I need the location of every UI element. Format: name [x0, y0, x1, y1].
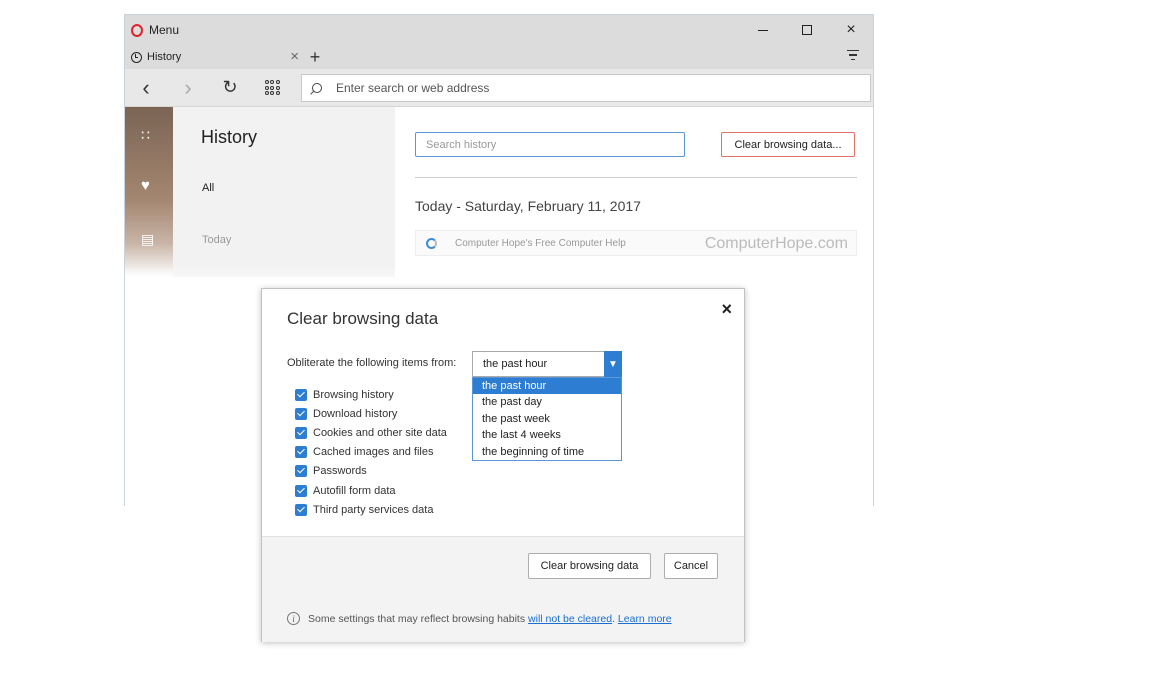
- checkbox-passwords[interactable]: Passwords: [295, 462, 447, 481]
- history-panel: History All Today: [173, 107, 395, 277]
- dialog-title: Clear browsing data: [287, 309, 439, 328]
- time-range-dropdown: the past hour the past day the past week…: [472, 377, 622, 461]
- checkbox-list: Browsing history Download history Cookie…: [295, 385, 447, 519]
- date-heading: Today - Saturday, February 11, 2017: [415, 198, 641, 214]
- checkbox[interactable]: [295, 388, 307, 401]
- info-text: Some settings that may reflect browsing …: [308, 612, 526, 625]
- favicon-icon: [426, 237, 437, 249]
- checkbox-label: Cached images and files: [313, 446, 434, 459]
- dialog-footer: Clear browsing data Cancel i Some settin…: [262, 536, 744, 642]
- checkbox-cookies[interactable]: Cookies and other site data: [295, 423, 447, 442]
- range-option[interactable]: the past hour: [473, 378, 621, 395]
- clear-data-button[interactable]: Clear browsing data: [528, 553, 651, 579]
- speed-dial-icon[interactable]: ∷: [141, 127, 150, 144]
- entry-title: Computer Hope's Free Computer Help: [455, 237, 626, 249]
- checkbox-label: Download history: [313, 407, 398, 420]
- cancel-button[interactable]: Cancel: [664, 553, 718, 579]
- search-history-input[interactable]: Search history: [415, 132, 685, 157]
- opera-logo-icon[interactable]: [131, 23, 143, 37]
- search-icon: [312, 83, 322, 93]
- tab-menu-icon[interactable]: [847, 50, 859, 63]
- time-range-select[interactable]: the past hour ▼: [472, 351, 622, 377]
- range-option[interactable]: the beginning of time: [473, 444, 621, 460]
- checkbox-third-party[interactable]: Third party services data: [295, 500, 447, 519]
- checkbox-download-history[interactable]: Download history: [295, 404, 447, 423]
- filter-today[interactable]: Today: [202, 234, 231, 246]
- info-note: i Some settings that may reflect browsin…: [287, 612, 672, 625]
- tab-bar: History × +: [125, 45, 873, 69]
- address-placeholder: Enter search or web address: [336, 81, 490, 95]
- range-option[interactable]: the past week: [473, 411, 621, 427]
- forward-icon: ›: [184, 74, 192, 100]
- heart-icon[interactable]: ♥: [141, 177, 150, 194]
- history-entry[interactable]: Computer Hope's Free Computer Help Compu…: [415, 230, 857, 256]
- checkbox-label: Passwords: [313, 465, 367, 478]
- reload-icon: ↻: [222, 77, 238, 97]
- speed-dial-button[interactable]: [251, 69, 293, 107]
- info-period: .: [612, 612, 615, 625]
- window-controls: ×: [741, 15, 873, 45]
- history-content: Search history Clear browsing data... To…: [395, 107, 873, 277]
- close-icon[interactable]: ×: [721, 299, 732, 320]
- checkbox[interactable]: [295, 446, 307, 459]
- filter-all[interactable]: All: [202, 182, 214, 194]
- checkbox-browsing-history[interactable]: Browsing history: [295, 385, 447, 404]
- menu-button[interactable]: Menu: [149, 23, 179, 37]
- clear-browsing-data-button[interactable]: Clear browsing data...: [721, 132, 855, 157]
- address-bar[interactable]: Enter search or web address: [301, 74, 871, 102]
- checkbox[interactable]: [295, 465, 307, 478]
- checkbox[interactable]: [295, 503, 307, 516]
- tab-close-icon[interactable]: ×: [290, 48, 299, 65]
- not-cleared-link[interactable]: will not be cleared: [528, 613, 612, 625]
- minimize-icon: [758, 29, 768, 31]
- checkbox[interactable]: [295, 407, 307, 420]
- title-bar: Menu ×: [125, 15, 873, 45]
- info-icon: i: [287, 612, 300, 625]
- maximize-button[interactable]: [785, 15, 829, 45]
- history-title: History: [201, 127, 258, 147]
- learn-more-link[interactable]: Learn more: [618, 613, 672, 625]
- divider: [415, 177, 857, 178]
- checkbox-autofill[interactable]: Autofill form data: [295, 481, 447, 500]
- back-button[interactable]: ‹: [125, 69, 167, 107]
- checkbox-cached-images[interactable]: Cached images and files: [295, 443, 447, 462]
- clock-icon: [131, 51, 142, 63]
- checkbox[interactable]: [295, 484, 307, 497]
- reload-button[interactable]: ↻: [209, 69, 251, 107]
- tab-history[interactable]: History ×: [125, 45, 305, 69]
- new-tab-button[interactable]: +: [305, 47, 325, 68]
- minimize-button[interactable]: [741, 15, 785, 45]
- range-option[interactable]: the last 4 weeks: [473, 427, 621, 443]
- maximize-icon: [802, 25, 812, 35]
- time-range-label: Obliterate the following items from:: [287, 357, 457, 369]
- forward-button[interactable]: ›: [167, 69, 209, 107]
- selected-range: the past hour: [483, 358, 548, 370]
- chevron-down-icon[interactable]: ▼: [604, 351, 622, 377]
- checkbox-label: Third party services data: [313, 503, 434, 516]
- navigation-bar: ‹ › ↻ Enter search or web address: [125, 69, 873, 107]
- close-window-button[interactable]: ×: [829, 15, 873, 45]
- range-option[interactable]: the past day: [473, 394, 621, 410]
- sidebar: ∷ ♥ ▤: [125, 107, 173, 277]
- grid-icon: [264, 80, 280, 95]
- clear-browsing-data-dialog: Clear browsing data × Obliterate the fol…: [261, 288, 745, 642]
- watermark: ComputerHope.com: [704, 235, 848, 252]
- calendar-icon[interactable]: ▤: [141, 231, 154, 248]
- back-icon: ‹: [142, 74, 150, 100]
- checkbox[interactable]: [295, 426, 307, 439]
- checkbox-label: Autofill form data: [313, 484, 396, 497]
- checkbox-label: Browsing history: [313, 388, 394, 401]
- tab-label: History: [147, 51, 182, 63]
- checkbox-label: Cookies and other site data: [313, 426, 447, 439]
